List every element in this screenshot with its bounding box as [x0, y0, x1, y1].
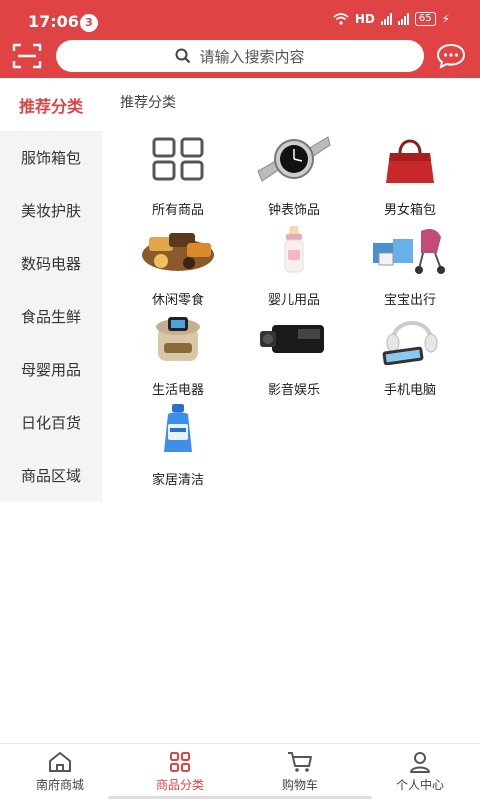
notification-badge: 3 [80, 14, 98, 32]
category-baby-travel[interactable]: 宝宝出行 [352, 220, 468, 308]
sidebar-item-region[interactable]: 商品区域 [0, 449, 102, 502]
category-bags[interactable]: 男女箱包 [352, 130, 468, 218]
snacks-icon [142, 233, 214, 271]
stroller-icon [373, 229, 445, 274]
category-label: 婴儿用品 [267, 293, 320, 308]
cart-icon [288, 752, 312, 772]
nav-cart[interactable]: 购物车 [240, 744, 360, 800]
sidebar-item-apparel[interactable]: 服饰箱包 [0, 131, 102, 184]
watch-icon [257, 136, 331, 182]
sidebar-item-household[interactable]: 日化百货 [0, 396, 102, 449]
grid-icon [152, 137, 204, 181]
header-bar: 17:06 3 HD 65 ⚡ 请输入搜索内容 [0, 0, 480, 78]
user-icon [410, 752, 430, 773]
search-input[interactable]: 请输入搜索内容 [56, 40, 424, 72]
category-audio-video[interactable]: 影音娱乐 [236, 310, 352, 398]
signal-icon-2 [397, 13, 409, 25]
message-icon[interactable] [436, 43, 466, 69]
nav-home[interactable]: 南府商城 [0, 744, 120, 800]
category-label: 生活电器 [151, 383, 204, 398]
sidebar-item-baby[interactable]: 母婴用品 [0, 343, 102, 396]
category-home-cleaning[interactable]: 家居清洁 [120, 400, 236, 488]
sidebar-item-recommended[interactable]: 推荐分类 [0, 78, 102, 131]
camcorder-icon [260, 325, 324, 353]
nav-categories[interactable]: 商品分类 [120, 744, 240, 800]
category-snacks[interactable]: 休闲零食 [120, 220, 236, 308]
nav-label: 购物车 [281, 778, 318, 792]
category-watches[interactable]: 钟表饰品 [236, 130, 352, 218]
category-label: 钟表饰品 [267, 203, 320, 218]
category-label: 影音娱乐 [267, 383, 320, 398]
nav-profile[interactable]: 个人中心 [360, 744, 480, 800]
nav-label: 商品分类 [155, 778, 204, 792]
bottom-nav: 南府商城 商品分类 购物车 个人中心 [0, 743, 480, 800]
foot-spa-icon [156, 317, 200, 361]
category-phones-computers[interactable]: 手机电脑 [352, 310, 468, 398]
category-appliances[interactable]: 生活电器 [120, 310, 236, 398]
section-title: 推荐分类 [120, 95, 176, 111]
category-label: 男女箱包 [383, 203, 436, 218]
network-label: HD [354, 12, 375, 26]
nav-label: 个人中心 [395, 778, 444, 792]
category-all-products[interactable]: 所有商品 [120, 130, 236, 218]
sidebar-item-digital[interactable]: 数码电器 [0, 237, 102, 290]
search-icon [175, 48, 191, 64]
detergent-bottle-icon [164, 404, 192, 452]
signal-icon [380, 13, 392, 25]
status-time: 17:06 [28, 12, 79, 31]
battery-level: 65 [414, 12, 436, 26]
status-bar: 17:06 3 HD 65 ⚡ [0, 0, 480, 40]
category-label: 家居清洁 [151, 473, 204, 488]
scan-icon[interactable] [12, 42, 42, 70]
category-baby-products[interactable]: 婴儿用品 [236, 220, 352, 308]
baby-bottle-icon [284, 226, 304, 273]
category-label: 手机电脑 [383, 383, 436, 398]
home-indicator [108, 796, 372, 799]
sidebar-item-food[interactable]: 食品生鲜 [0, 290, 102, 343]
sidebar-item-beauty[interactable]: 美妆护肤 [0, 184, 102, 237]
home-icon [49, 752, 71, 772]
wifi-icon [333, 13, 349, 25]
handbag-icon [386, 139, 434, 183]
category-label: 所有商品 [151, 203, 204, 218]
nav-label: 南府商城 [35, 778, 84, 792]
search-placeholder: 请输入搜索内容 [199, 47, 305, 66]
status-indicators: HD 65 ⚡ [333, 12, 450, 26]
category-icon [170, 752, 190, 772]
category-sidebar: 推荐分类 服饰箱包 美妆护肤 数码电器 食品生鲜 母婴用品 日化百货 商品区域 [0, 78, 102, 502]
category-label: 宝宝出行 [383, 293, 436, 308]
charging-icon: ⚡ [441, 12, 450, 26]
category-label: 休闲零食 [151, 293, 204, 308]
headphones-phone-icon [382, 321, 438, 365]
